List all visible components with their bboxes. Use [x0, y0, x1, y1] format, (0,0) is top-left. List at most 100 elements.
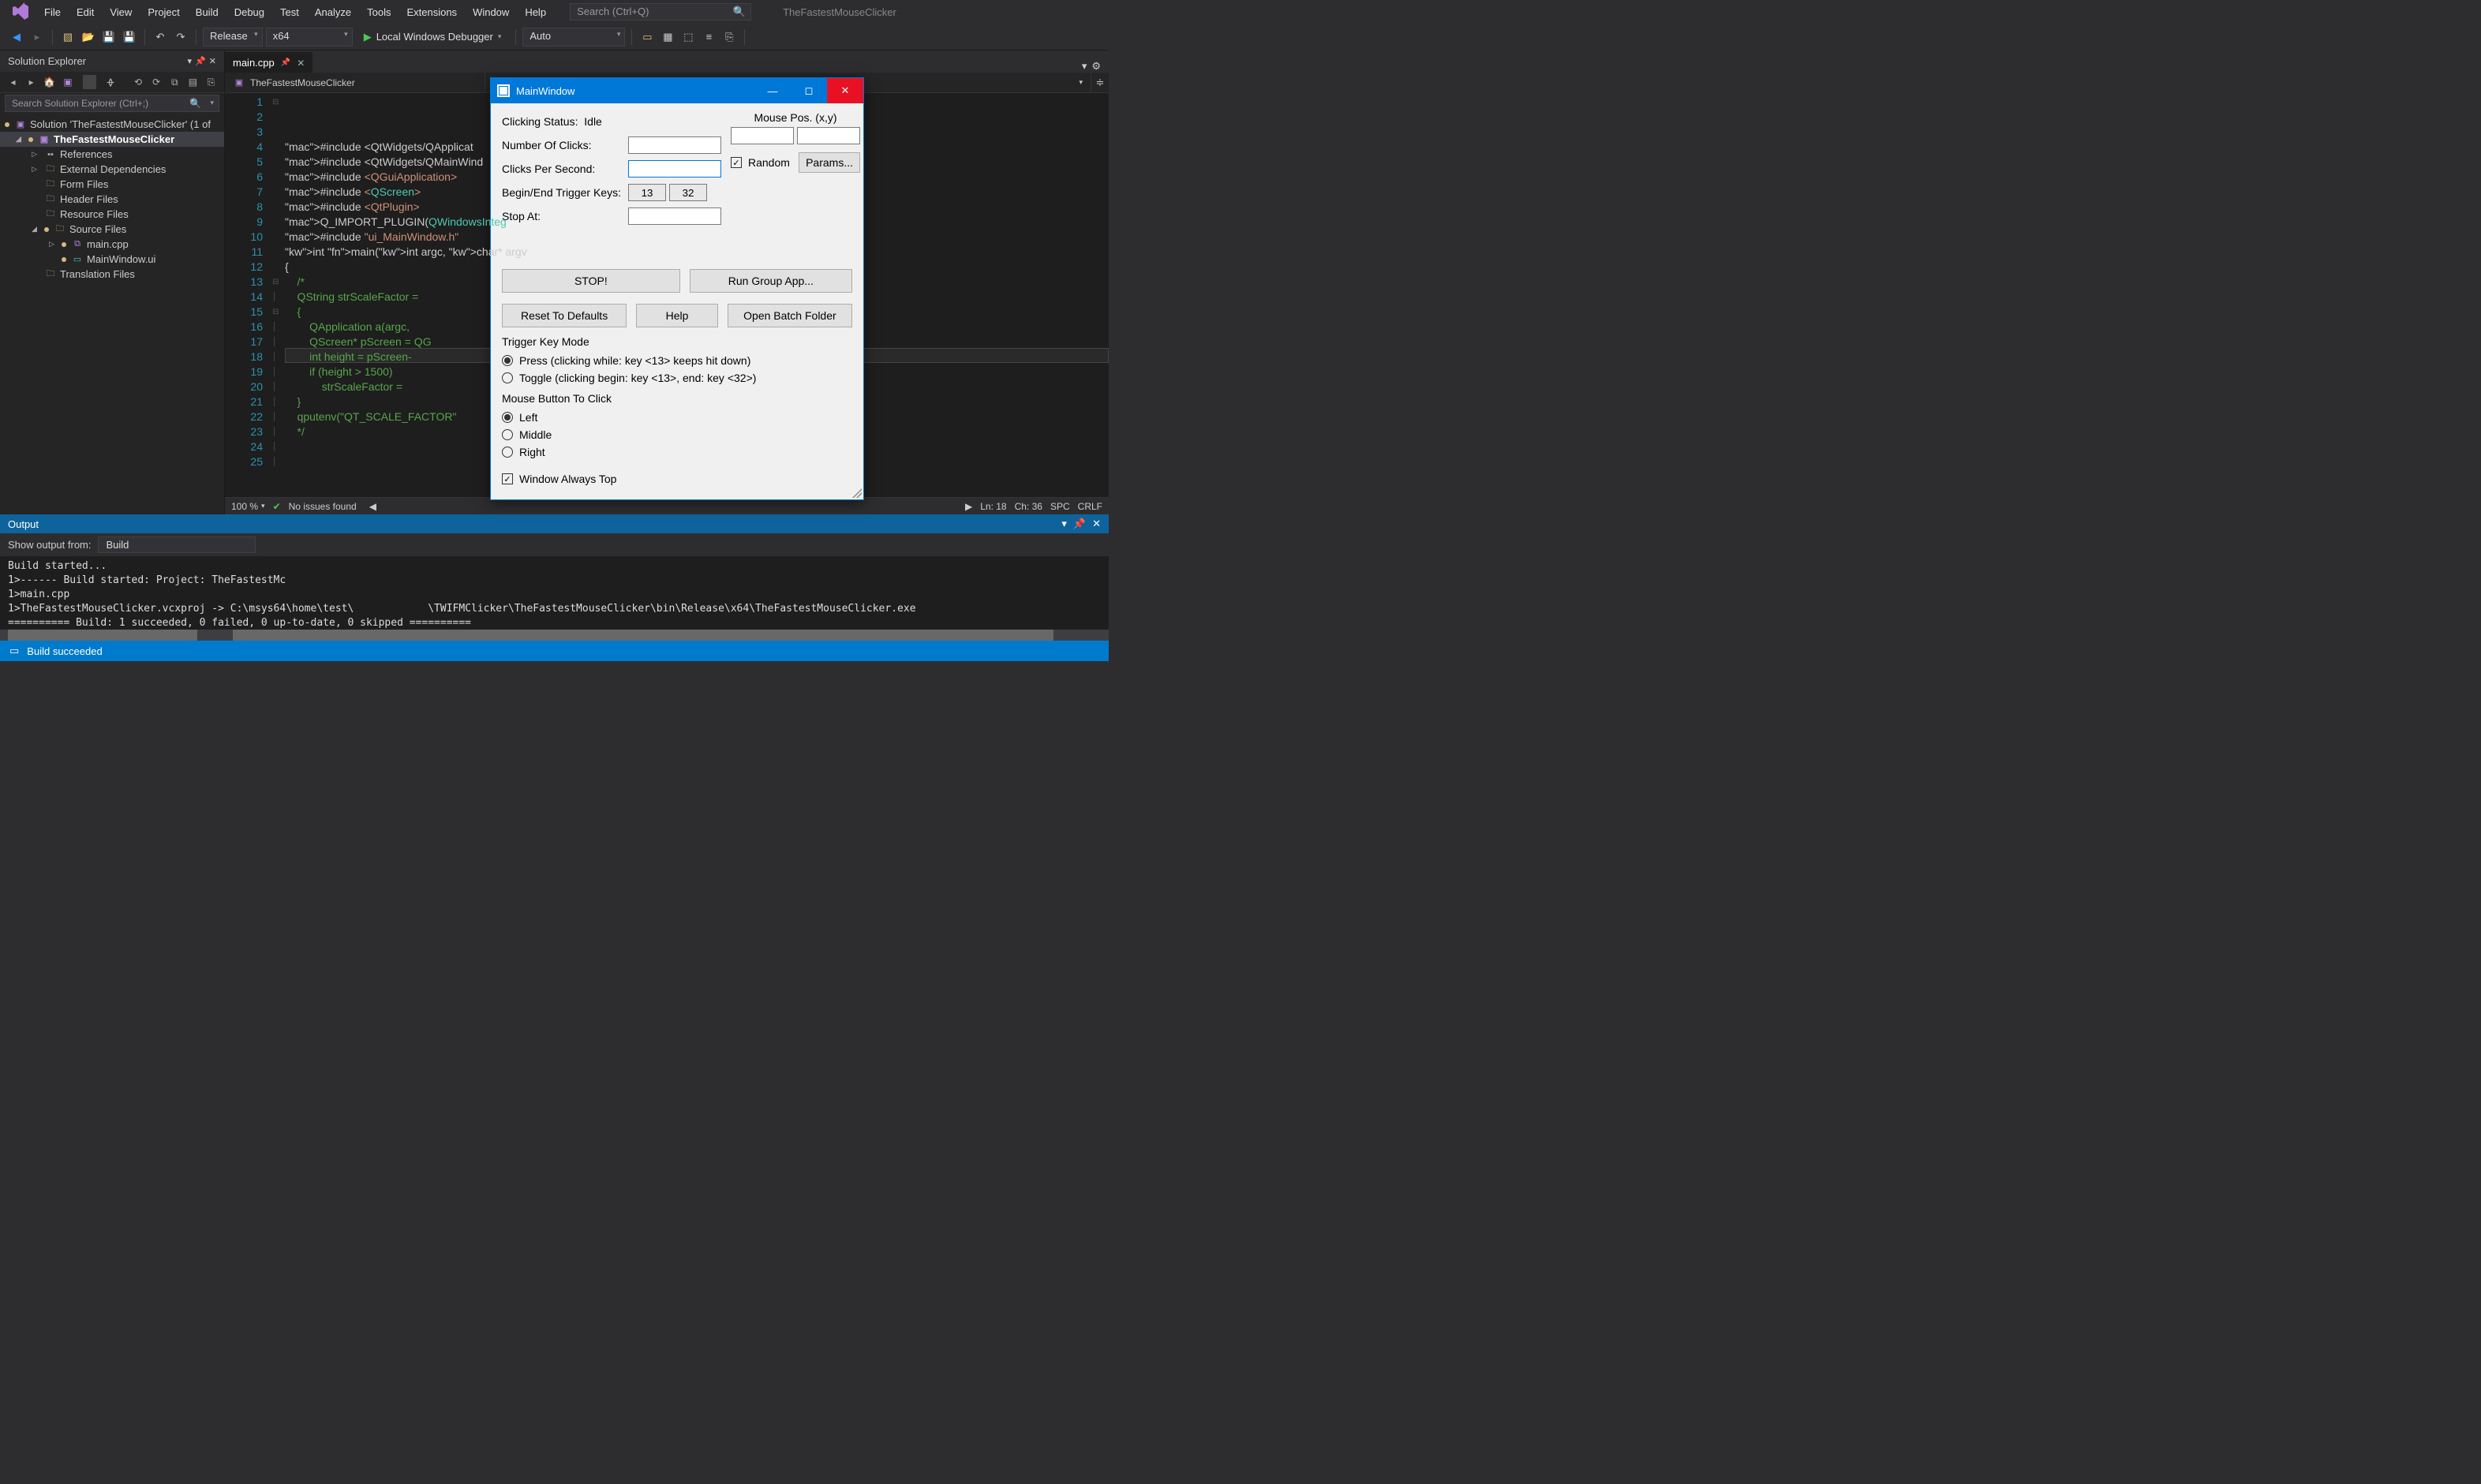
tree-solution-node[interactable]: ▣ Solution 'TheFastestMouseClicker' (1 o…: [0, 117, 224, 132]
menu-debug[interactable]: Debug: [226, 3, 272, 21]
menu-test[interactable]: Test: [272, 3, 307, 21]
folder-icon: 🗀: [44, 209, 57, 220]
menu-window[interactable]: Window: [465, 3, 517, 21]
close-icon[interactable]: ✕: [297, 58, 305, 69]
menu-view[interactable]: View: [102, 3, 140, 21]
menu-edit[interactable]: Edit: [69, 3, 102, 21]
solution-tree: ▣ Solution 'TheFastestMouseClicker' (1 o…: [0, 115, 224, 283]
sync-icon[interactable]: ⟲: [131, 75, 144, 89]
start-debug-button[interactable]: ▶ Local Windows Debugger ▾: [356, 31, 510, 43]
always-top-checkbox[interactable]: ✓: [502, 473, 513, 484]
tree-references[interactable]: ▷ ▪▪ References: [0, 147, 224, 162]
pin-icon[interactable]: 📌: [195, 56, 206, 66]
nav-fwd-icon[interactable]: ▸: [28, 28, 46, 46]
tool-icon-1[interactable]: ▭: [638, 28, 656, 46]
close-icon[interactable]: ✕: [209, 56, 216, 66]
chevron-down-icon[interactable]: ▾: [210, 99, 214, 107]
home-icon[interactable]: 🏠: [43, 75, 56, 89]
header-files-label: Header Files: [60, 193, 118, 205]
hscroll-output[interactable]: [225, 630, 1109, 641]
nav-back-icon[interactable]: ◀: [8, 28, 25, 46]
tab-main-cpp[interactable]: main.cpp 📌 ✕: [225, 52, 312, 73]
app-titlebar[interactable]: MainWindow — ◻ ✕: [491, 78, 863, 103]
code-content[interactable]: "mac">#include <QtWidgets/QApplicat"mac"…: [285, 93, 1109, 497]
eol-label: CRLF: [1078, 501, 1102, 512]
tool-icon-5[interactable]: ⎘: [720, 28, 738, 46]
split-icon[interactable]: ≑: [1091, 73, 1109, 92]
save-all-icon[interactable]: 💾: [121, 28, 138, 46]
expand-icon[interactable]: ◢: [16, 135, 25, 144]
solution-search-input[interactable]: Search Solution Explorer (Ctrl+;) 🔍 ▾: [5, 95, 219, 112]
panel-dropdown-icon[interactable]: ▾: [188, 56, 193, 66]
tree-main-cpp[interactable]: ▷ ⧉ main.cpp: [0, 237, 224, 252]
tool-icon-3[interactable]: ⬚: [679, 28, 697, 46]
minimize-button[interactable]: —: [754, 78, 791, 103]
mouse-right-radio[interactable]: Right: [502, 446, 852, 458]
close-button[interactable]: ✕: [827, 78, 863, 103]
output-from-dropdown[interactable]: Build: [98, 536, 256, 553]
open-icon[interactable]: 📂: [80, 28, 97, 46]
collapse-icon[interactable]: ⧉: [168, 75, 181, 89]
menu-tools[interactable]: Tools: [359, 3, 399, 21]
output-text[interactable]: Build started... 1>------ Build started:…: [0, 556, 1109, 630]
solution-icon: ▣: [14, 119, 27, 130]
solution-search-placeholder: Search Solution Explorer (Ctrl+;): [12, 98, 148, 109]
tree-header-files[interactable]: 🗀 Header Files: [0, 192, 224, 207]
panel-dropdown-icon[interactable]: ▾: [1061, 518, 1067, 530]
tool-icon-2[interactable]: ▦: [659, 28, 676, 46]
expand-icon[interactable]: ▷: [49, 240, 58, 249]
tree-resource-files[interactable]: 🗀 Resource Files: [0, 207, 224, 222]
tool-icon-4[interactable]: ≡: [700, 28, 717, 46]
pin-icon[interactable]: 📌: [1073, 518, 1086, 530]
menu-analyze[interactable]: Analyze: [307, 3, 359, 21]
expand-icon[interactable]: ▷: [32, 165, 41, 174]
tree-project-node[interactable]: ◢ ▣ TheFastestMouseClicker: [0, 132, 224, 147]
tree-translation-files[interactable]: 🗀 Translation Files: [0, 267, 224, 282]
fwd-icon[interactable]: ▸: [24, 75, 38, 89]
redo-icon[interactable]: ↷: [172, 28, 189, 46]
menu-project[interactable]: Project: [140, 3, 187, 21]
filter-icon[interactable]: ᚖ: [104, 75, 118, 89]
code-editor[interactable]: 1234567891011121314151617181920212223242…: [225, 93, 1109, 497]
folder-icon: 🗀: [44, 269, 57, 280]
menu-help[interactable]: Help: [517, 3, 554, 21]
nav-project-dropdown[interactable]: ▣ TheFastestMouseClicker: [225, 73, 485, 92]
tree-form-files[interactable]: 🗀 Form Files: [0, 177, 224, 192]
scroll-left-icon[interactable]: ◀: [369, 501, 376, 512]
scroll-right-icon[interactable]: ▶: [965, 501, 972, 512]
status-icon: ▭: [9, 645, 19, 657]
fold-column[interactable]: ⊟⊟│⊟││││││││││: [272, 93, 285, 497]
nav-project-label: TheFastestMouseClicker: [250, 77, 355, 88]
tree-external-deps[interactable]: ▷ 🗀 External Dependencies: [0, 162, 224, 177]
undo-icon[interactable]: ↶: [152, 28, 169, 46]
radio-icon: [502, 447, 513, 458]
expand-icon[interactable]: ◢: [32, 225, 41, 234]
maximize-button[interactable]: ◻: [791, 78, 827, 103]
platform-dropdown[interactable]: x64: [266, 28, 353, 47]
mouse-pos-label: Mouse Pos. (x,y): [731, 111, 860, 124]
tree-source-files[interactable]: ◢ 🗀 Source Files: [0, 222, 224, 237]
resize-grip[interactable]: [852, 488, 862, 498]
new-project-icon[interactable]: ▧: [59, 28, 77, 46]
menu-file[interactable]: File: [36, 3, 69, 21]
menu-extensions[interactable]: Extensions: [399, 3, 465, 21]
save-icon[interactable]: 💾: [100, 28, 118, 46]
expand-icon[interactable]: ▷: [32, 150, 41, 159]
close-icon[interactable]: ✕: [1092, 518, 1101, 530]
tabstrip-dropdown-icon[interactable]: ▾: [1082, 60, 1087, 73]
switch-view-icon[interactable]: ▣: [61, 75, 74, 89]
hscroll-solution[interactable]: [0, 630, 225, 641]
menu-build[interactable]: Build: [188, 3, 226, 21]
zoom-combo[interactable]: 100 %▾: [231, 501, 265, 512]
project-icon: ▣: [38, 134, 51, 145]
tree-mainwindow-ui[interactable]: ▭ MainWindow.ui: [0, 252, 224, 267]
show-all-icon[interactable]: ▤: [186, 75, 200, 89]
quick-search-input[interactable]: Search (Ctrl+Q) 🔍: [570, 3, 751, 21]
diag-dropdown[interactable]: Auto: [522, 28, 625, 47]
back-icon[interactable]: ◂: [6, 75, 20, 89]
properties-icon[interactable]: ⎘: [204, 75, 218, 89]
refresh-icon[interactable]: ⟳: [150, 75, 163, 89]
fullscreen-icon[interactable]: ⚙: [1091, 60, 1101, 73]
pin-icon[interactable]: 📌: [281, 58, 290, 67]
config-dropdown[interactable]: Release: [203, 28, 263, 47]
